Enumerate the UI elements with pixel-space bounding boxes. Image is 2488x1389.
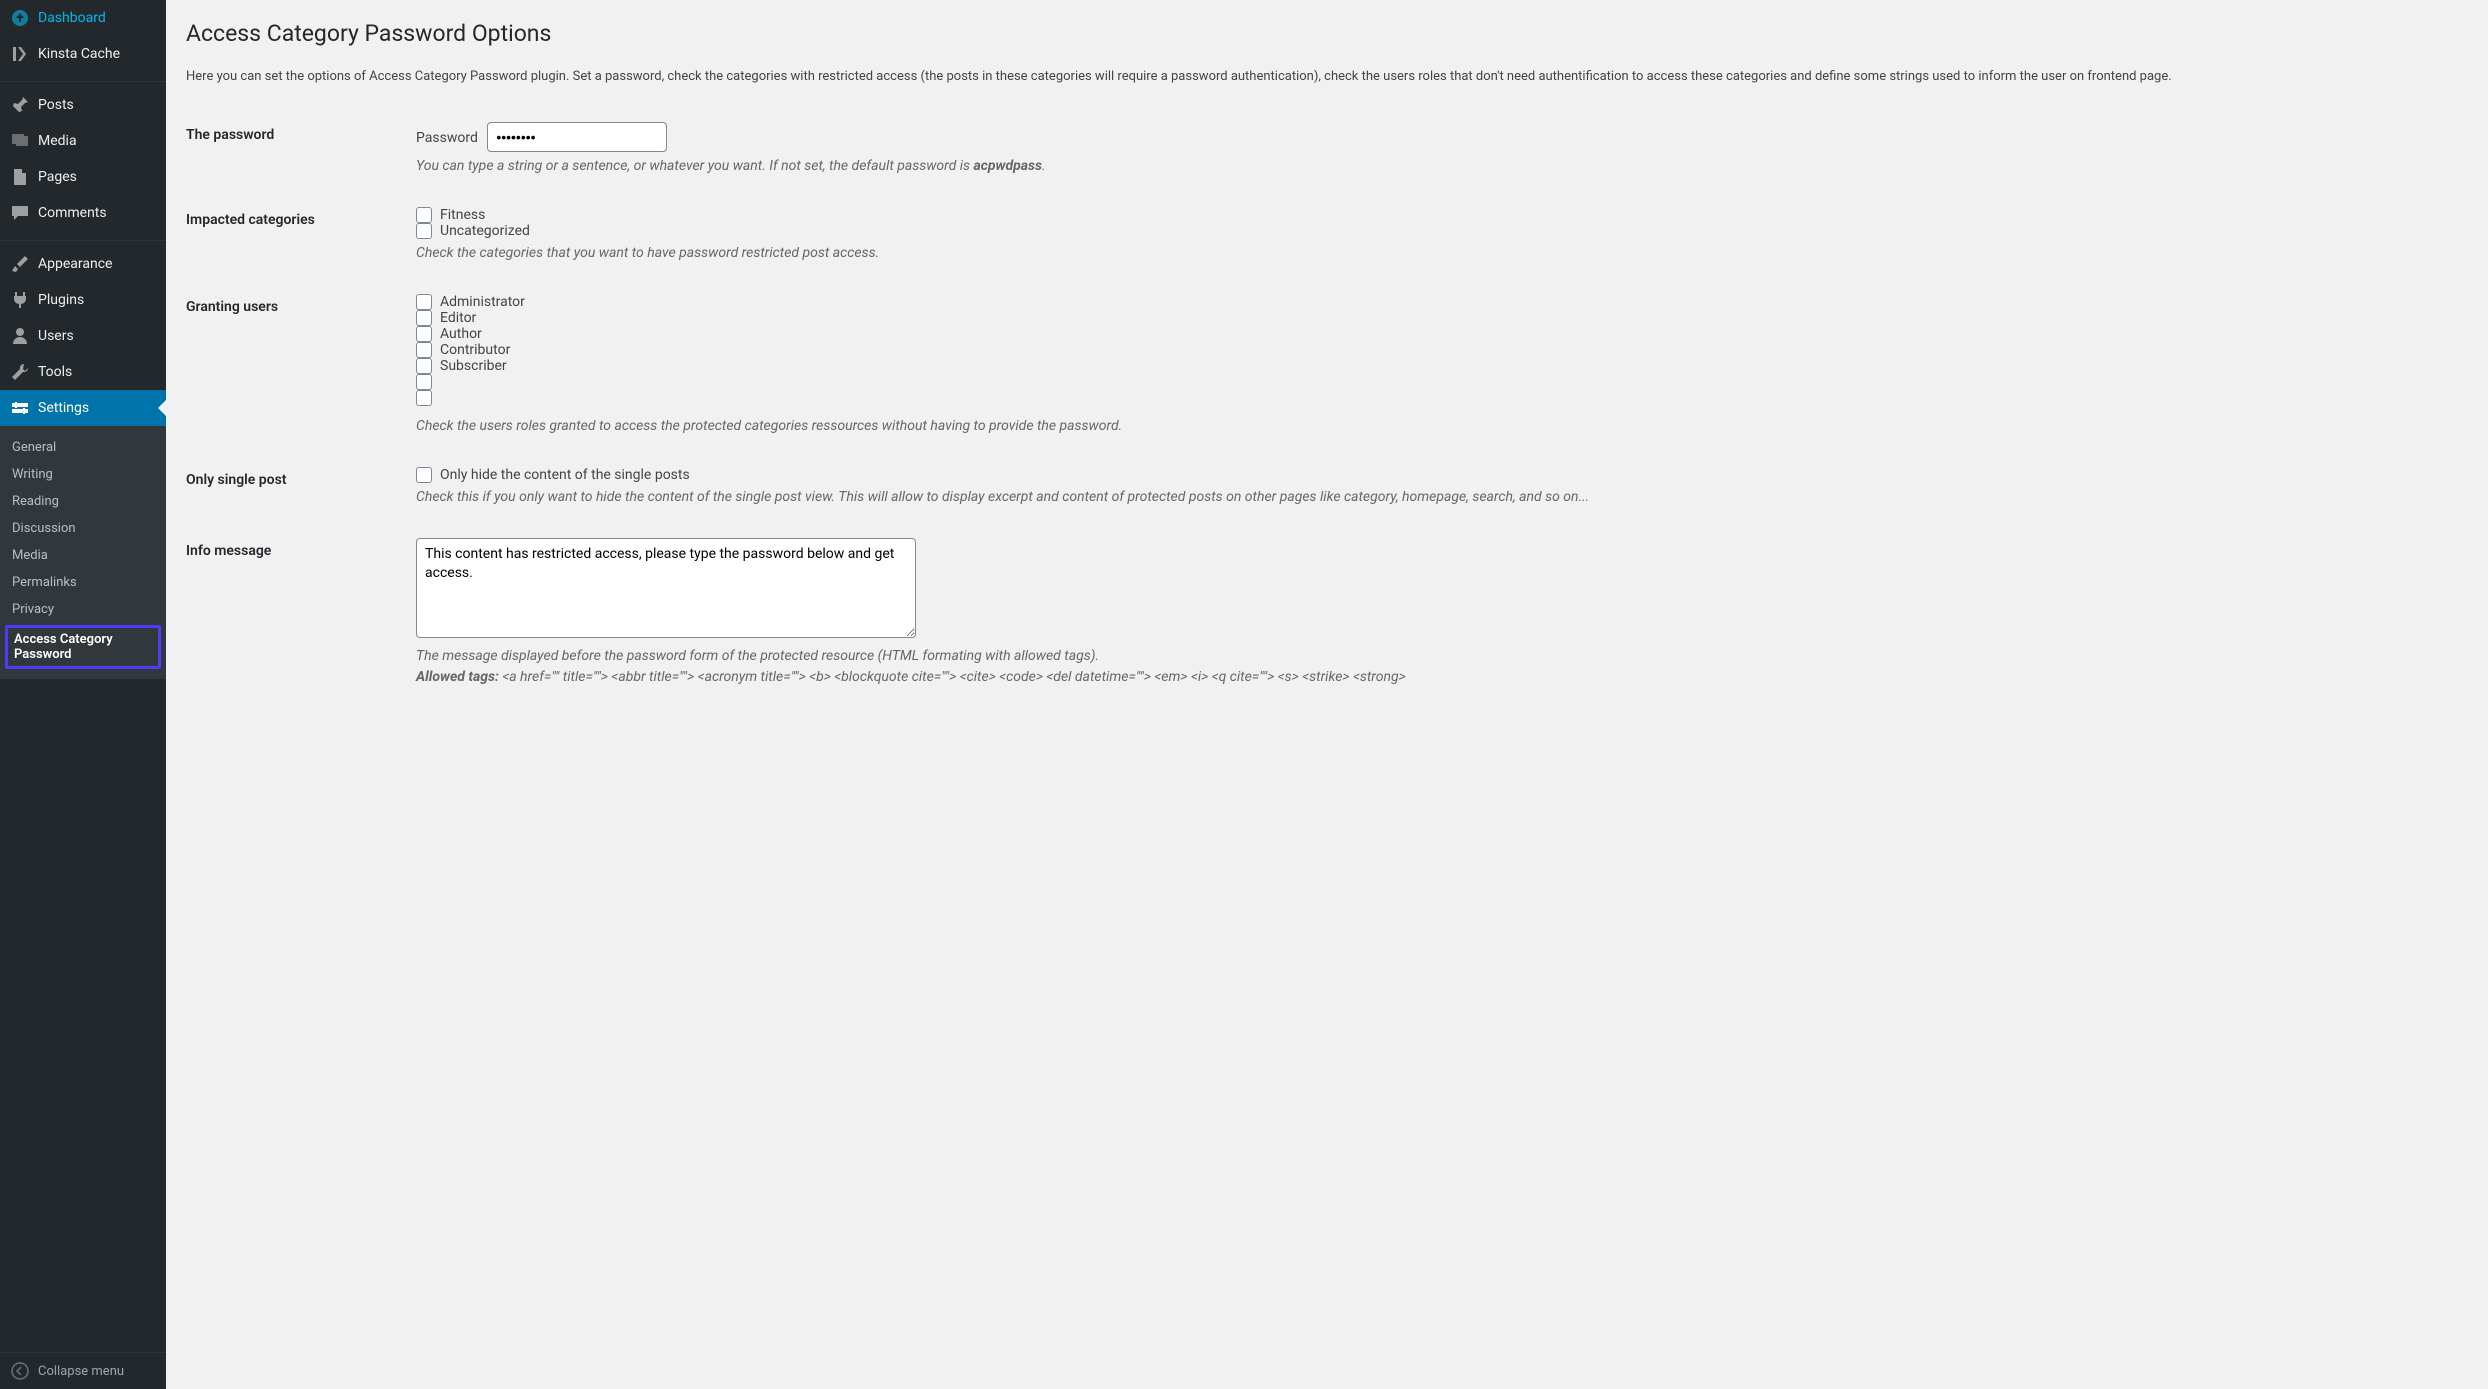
category-checkbox-uncategorized[interactable] bbox=[416, 223, 432, 239]
role-label: Author bbox=[440, 326, 482, 342]
role-checkbox-editor[interactable] bbox=[416, 310, 432, 326]
sidebar-item-label: Plugins bbox=[38, 292, 84, 308]
submenu-item-media[interactable]: Media bbox=[0, 542, 166, 569]
wrench-icon bbox=[10, 362, 30, 382]
sidebar-item-label: Kinsta Cache bbox=[38, 46, 120, 62]
role-label: Contributor bbox=[440, 342, 510, 358]
settings-icon bbox=[10, 398, 30, 418]
sidebar-item-tools[interactable]: Tools bbox=[0, 354, 166, 390]
category-checkbox-row: Uncategorized bbox=[416, 223, 2458, 239]
role-checkbox-empty-2[interactable] bbox=[416, 390, 432, 406]
collapse-icon bbox=[10, 1361, 30, 1381]
collapse-menu-label: Collapse menu bbox=[38, 1364, 124, 1379]
role-checkbox-row: Editor bbox=[416, 310, 2458, 326]
main-content: Access Category Password Options Here yo… bbox=[166, 0, 2488, 1389]
sidebar-separator bbox=[0, 77, 166, 82]
info-description: The message displayed before the passwor… bbox=[416, 646, 2458, 667]
password-description: You can type a string or a sentence, or … bbox=[416, 156, 2458, 177]
pin-icon bbox=[10, 95, 30, 115]
submenu-item-access-category-password[interactable]: Access Category Password bbox=[5, 625, 161, 669]
dashboard-icon bbox=[10, 8, 30, 28]
single-post-label: Only hide the content of the single post… bbox=[440, 467, 690, 483]
category-checkbox-row: Fitness bbox=[416, 207, 2458, 223]
sidebar-item-label: Posts bbox=[38, 97, 74, 113]
sidebar-item-media[interactable]: Media bbox=[0, 123, 166, 159]
info-th: Info message bbox=[186, 523, 406, 703]
sidebar-item-comments[interactable]: Comments bbox=[0, 195, 166, 231]
password-th: The password bbox=[186, 107, 406, 192]
granting-th: Granting users bbox=[186, 279, 406, 452]
submenu-item-general[interactable]: General bbox=[0, 434, 166, 461]
admin-sidebar: Dashboard Kinsta Cache Posts Media Pages… bbox=[0, 0, 166, 1389]
brush-icon bbox=[10, 254, 30, 274]
role-checkbox-row bbox=[416, 390, 2458, 406]
role-checkbox-row: Administrator bbox=[416, 294, 2458, 310]
granting-description: Check the users roles granted to access … bbox=[416, 416, 2458, 437]
role-checkbox-contributor[interactable] bbox=[416, 342, 432, 358]
role-checkbox-author[interactable] bbox=[416, 326, 432, 342]
role-checkbox-row bbox=[416, 374, 2458, 390]
role-label: Subscriber bbox=[440, 358, 507, 374]
intro-text: Here you can set the options of Access C… bbox=[186, 67, 2468, 87]
sidebar-item-users[interactable]: Users bbox=[0, 318, 166, 354]
single-description: Check this if you only want to hide the … bbox=[416, 487, 2458, 508]
sidebar-item-label: Settings bbox=[38, 400, 89, 416]
impacted-th: Impacted categories bbox=[186, 192, 406, 279]
submenu-item-permalinks[interactable]: Permalinks bbox=[0, 569, 166, 596]
password-input[interactable] bbox=[487, 122, 667, 152]
single-th: Only single post bbox=[186, 452, 406, 523]
sidebar-item-settings[interactable]: Settings bbox=[0, 390, 166, 426]
sidebar-item-appearance[interactable]: Appearance bbox=[0, 246, 166, 282]
impacted-description: Check the categories that you want to ha… bbox=[416, 243, 2458, 264]
sidebar-item-pages[interactable]: Pages bbox=[0, 159, 166, 195]
submenu-item-reading[interactable]: Reading bbox=[0, 488, 166, 515]
info-message-textarea[interactable] bbox=[416, 538, 916, 638]
user-icon bbox=[10, 326, 30, 346]
sidebar-item-plugins[interactable]: Plugins bbox=[0, 282, 166, 318]
allowed-tags: Allowed tags: <a href="" title=""> <abbr… bbox=[416, 667, 2458, 688]
role-checkbox-administrator[interactable] bbox=[416, 294, 432, 310]
sidebar-item-label: Users bbox=[38, 328, 74, 344]
single-post-checkbox[interactable] bbox=[416, 467, 432, 483]
role-checkbox-row: Subscriber bbox=[416, 358, 2458, 374]
role-checkbox-row: Contributor bbox=[416, 342, 2458, 358]
submenu-item-privacy[interactable]: Privacy bbox=[0, 596, 166, 623]
category-label: Uncategorized bbox=[440, 223, 530, 239]
sidebar-item-label: Comments bbox=[38, 205, 107, 221]
password-label: Password bbox=[416, 130, 478, 146]
role-checkbox-subscriber[interactable] bbox=[416, 358, 432, 374]
media-icon bbox=[10, 131, 30, 151]
comment-icon bbox=[10, 203, 30, 223]
role-checkbox-row: Author bbox=[416, 326, 2458, 342]
sidebar-item-label: Appearance bbox=[38, 256, 112, 272]
submenu-item-writing[interactable]: Writing bbox=[0, 461, 166, 488]
kinsta-icon bbox=[10, 44, 30, 64]
category-label: Fitness bbox=[440, 207, 485, 223]
role-label: Editor bbox=[440, 310, 476, 326]
role-label: Administrator bbox=[440, 294, 525, 310]
sidebar-item-posts[interactable]: Posts bbox=[0, 87, 166, 123]
category-checkbox-fitness[interactable] bbox=[416, 207, 432, 223]
sidebar-item-label: Media bbox=[38, 133, 77, 149]
sidebar-item-kinsta-cache[interactable]: Kinsta Cache bbox=[0, 36, 166, 72]
single-post-checkbox-row: Only hide the content of the single post… bbox=[416, 467, 2458, 483]
options-form-table: The password Password You can type a str… bbox=[186, 107, 2468, 703]
page-title: Access Category Password Options bbox=[186, 20, 2468, 47]
collapse-menu-button[interactable]: Collapse menu bbox=[0, 1352, 166, 1389]
sidebar-item-label: Pages bbox=[38, 169, 77, 185]
sidebar-item-dashboard[interactable]: Dashboard bbox=[0, 0, 166, 36]
role-checkbox-empty-1[interactable] bbox=[416, 374, 432, 390]
sidebar-item-label: Dashboard bbox=[38, 10, 106, 26]
plug-icon bbox=[10, 290, 30, 310]
submenu-item-discussion[interactable]: Discussion bbox=[0, 515, 166, 542]
page-icon bbox=[10, 167, 30, 187]
sidebar-item-label: Tools bbox=[38, 364, 72, 380]
sidebar-separator bbox=[0, 236, 166, 241]
settings-submenu: General Writing Reading Discussion Media… bbox=[0, 426, 166, 679]
